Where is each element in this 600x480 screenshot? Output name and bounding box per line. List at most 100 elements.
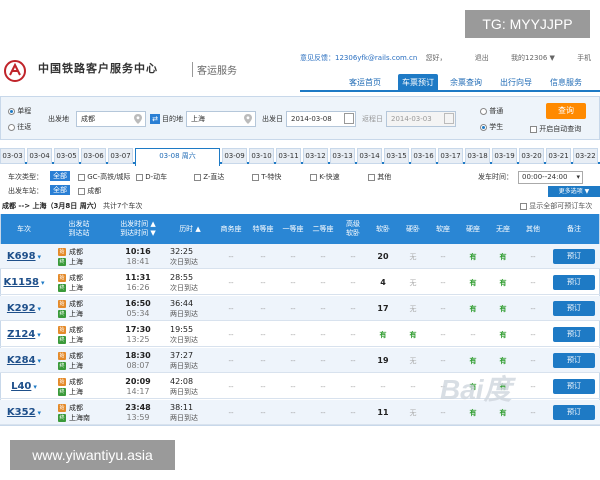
train-cell[interactable]: K352 ▾ [0, 400, 48, 425]
date-tab[interactable]: 03-04 [27, 148, 52, 164]
date-tab[interactable]: 03-05 [54, 148, 79, 164]
book-button[interactable]: 预订 [553, 301, 595, 316]
chevron-down-icon[interactable]: ▾ [38, 253, 42, 261]
type-other[interactable]: 其他 [368, 172, 391, 182]
train-cell[interactable]: Z124 ▾ [0, 322, 48, 347]
round-label: 往返 [17, 123, 32, 131]
auto-query[interactable]: 开启自动查询 [530, 124, 581, 134]
type-t[interactable]: T-特快 [252, 172, 281, 182]
chevron-down-icon[interactable]: ▾ [33, 383, 37, 391]
book-button[interactable]: 预订 [553, 275, 595, 290]
query-button[interactable]: 查询 [546, 103, 586, 119]
chevron-down-icon[interactable]: ▾ [37, 331, 41, 339]
nav-remaining[interactable]: 余票查询 [446, 74, 486, 92]
show-all-checkbox[interactable] [520, 202, 527, 210]
train-cell[interactable]: K698 ▾ [0, 244, 48, 269]
date-tab[interactable]: 03-06 [81, 148, 106, 164]
student-radio[interactable] [480, 123, 487, 131]
date-tab[interactable]: 03-08 周六 [135, 148, 220, 166]
nav-booking[interactable]: 车票预订 [398, 74, 438, 92]
train-number[interactable]: K698 [7, 251, 36, 262]
book-button[interactable]: 预订 [553, 327, 595, 342]
train-cell[interactable]: K292 ▾ [0, 296, 48, 321]
date-tab[interactable]: 03-22 [573, 148, 598, 164]
date-tab[interactable]: 03-11 [276, 148, 301, 164]
date-tab[interactable]: 03-18 [465, 148, 490, 164]
date-tab[interactable]: 03-19 [492, 148, 517, 164]
date-label: 出发日 [262, 115, 283, 123]
pax-normal[interactable]: 普通 [480, 106, 503, 116]
train-cell[interactable]: K284 ▾ [0, 348, 48, 373]
chengdu-checkbox[interactable] [78, 187, 85, 195]
pax-student[interactable]: 学生 [480, 122, 503, 132]
date-tab[interactable]: 03-14 [357, 148, 382, 164]
my12306-menu[interactable]: 我的12306 ▼ [511, 54, 555, 62]
date-tab[interactable]: 03-21 [546, 148, 571, 164]
oneway-radio[interactable] [8, 107, 15, 115]
feedback-link[interactable]: 意见反馈：12306yfk@rails.com.cn [300, 54, 417, 62]
more-options-button[interactable]: 更多选项 ▼ [548, 186, 600, 197]
train-cell[interactable]: L40 ▾ [0, 374, 48, 399]
gc-checkbox[interactable] [78, 173, 85, 181]
date-tab[interactable]: 03-20 [519, 148, 544, 164]
d-checkbox[interactable] [136, 173, 143, 181]
seat-cell: -- [458, 322, 488, 347]
book-button[interactable]: 预订 [553, 249, 595, 264]
nav-guide[interactable]: 出行向导 [496, 74, 536, 92]
train-number[interactable]: L40 [11, 381, 31, 392]
swap-icon[interactable]: ⇄ [150, 114, 160, 124]
duration: 32:25 [170, 246, 194, 256]
show-all[interactable]: 显示全部可预订车次 [520, 201, 592, 211]
station-filter-label: 出发车站： [8, 187, 43, 195]
date-tab[interactable]: 03-15 [384, 148, 409, 164]
train-number[interactable]: K352 [7, 407, 36, 418]
train-number[interactable]: K284 [7, 355, 36, 366]
t-checkbox[interactable] [252, 173, 259, 181]
normal-radio[interactable] [480, 107, 487, 115]
round-radio[interactable] [8, 123, 15, 131]
chevron-down-icon[interactable]: ▾ [38, 409, 42, 417]
type-d[interactable]: D-动车 [136, 172, 167, 182]
trip-round[interactable]: 往返 [8, 122, 31, 132]
k-checkbox[interactable] [310, 173, 317, 181]
date-tab[interactable]: 03-12 [303, 148, 328, 164]
type-k[interactable]: K-快速 [310, 172, 340, 182]
train-number[interactable]: Z124 [7, 329, 35, 340]
time-select[interactable]: 00:00--24:00 ▾ [518, 171, 583, 184]
seat-availability: 19 [377, 356, 389, 365]
mobile-link[interactable]: 手机 [577, 54, 591, 62]
date-tab[interactable]: 03-13 [330, 148, 355, 164]
type-gc[interactable]: GC-高铁/城际 [78, 172, 130, 182]
trip-oneway[interactable]: 单程 [8, 106, 31, 116]
seat-cell: -- [308, 244, 338, 269]
chevron-down-icon[interactable]: ▾ [38, 357, 42, 365]
date-tab[interactable]: 03-07 [108, 148, 133, 164]
book-button[interactable]: 预订 [553, 353, 595, 368]
date-tab[interactable]: 03-09 [222, 148, 247, 164]
logout-link[interactable]: 退出 [475, 54, 489, 62]
chevron-down-icon[interactable]: ▾ [41, 279, 45, 287]
type-all-button[interactable]: 全部 [50, 171, 70, 181]
calendar-icon[interactable] [344, 113, 354, 124]
calendar-icon[interactable] [444, 113, 454, 124]
date-tab[interactable]: 03-03 [0, 148, 25, 164]
nav-home[interactable]: 客运首页 [336, 74, 394, 92]
date-tab[interactable]: 03-16 [411, 148, 436, 164]
duration: 28:55 [170, 272, 194, 282]
train-number[interactable]: K1158 [3, 277, 39, 288]
date-tab[interactable]: 03-10 [249, 148, 274, 164]
nav-info[interactable]: 信息服务 [546, 74, 586, 92]
auto-query-checkbox[interactable] [530, 125, 537, 133]
train-cell[interactable]: K1158 ▾ [0, 270, 48, 295]
station-chengdu[interactable]: 成都 [78, 186, 101, 196]
chevron-down-icon[interactable]: ▾ [38, 305, 42, 313]
station-all-button[interactable]: 全部 [50, 185, 70, 195]
type-z[interactable]: Z-直达 [194, 172, 224, 182]
train-number[interactable]: K292 [7, 303, 36, 314]
seat-availability: 无 [409, 304, 417, 313]
book-button[interactable]: 预订 [553, 405, 595, 420]
other-checkbox[interactable] [368, 173, 375, 181]
date-tab[interactable]: 03-17 [438, 148, 463, 164]
book-button[interactable]: 预订 [553, 379, 595, 394]
z-checkbox[interactable] [194, 173, 201, 181]
